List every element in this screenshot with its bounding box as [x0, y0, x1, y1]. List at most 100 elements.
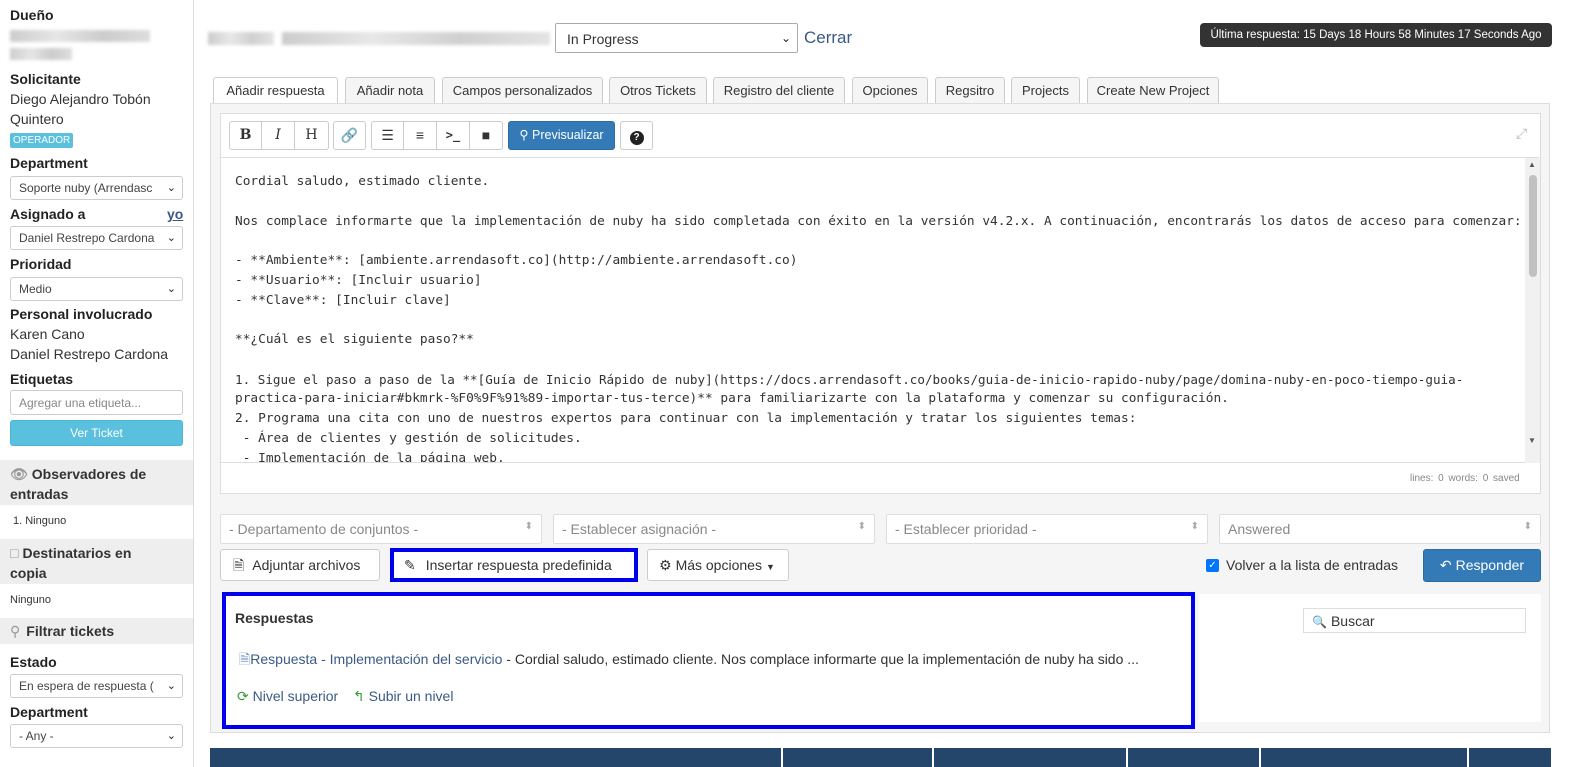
priority-select[interactable]: Medio ⌄ — [10, 277, 183, 301]
department-select[interactable]: Soporte nuby (Arrendasc ⌄ — [10, 176, 183, 200]
department-set-value: - Departamento de conjuntos - — [229, 521, 419, 537]
quote-button[interactable]: ■ — [469, 121, 503, 150]
assignment-set-value: - Establecer asignación - — [562, 521, 717, 537]
editor-statusbar: lines: 0 words: 0 saved — [1410, 473, 1520, 484]
response-item-preview: - Cordial saludo, estimado cliente. Nos … — [502, 651, 1139, 667]
state-select[interactable]: En espera de respuesta (⌄ — [10, 674, 183, 698]
table-header-cell — [1261, 748, 1467, 767]
editor-line: - Área de clientes y gestión de solicitu… — [235, 431, 582, 446]
editor-line: practica-para-iniciar#bkmrk-%F0%9F%91%89… — [235, 391, 1229, 406]
close-ticket-link[interactable]: Cerrar — [804, 28, 852, 48]
ticket-subject-blurred — [282, 32, 550, 45]
tab-log[interactable]: Regsitro — [935, 77, 1005, 103]
editor-line: - **Ambiente**: [ambiente.arrendasoft.co… — [235, 253, 798, 268]
owner-label: Dueño — [10, 7, 54, 23]
assign-to-me-link[interactable]: yo — [167, 206, 183, 222]
scroll-down-icon[interactable]: ▼ — [1528, 436, 1536, 445]
assigned-select[interactable]: Daniel Restrepo Cardona ⌄ — [10, 226, 183, 250]
response-item-link[interactable]: Respuesta - Implementación del servicio — [250, 651, 502, 667]
owner-name-blurred — [10, 30, 150, 42]
tab-client-log[interactable]: Registro del cliente — [713, 77, 845, 103]
heading-button[interactable]: H — [294, 121, 329, 150]
search-icon: ⚲ — [519, 128, 533, 142]
top-level-link[interactable]: ⟳ Nivel superior — [237, 688, 338, 705]
editor-scroll-thumb[interactable] — [1529, 175, 1537, 277]
fullscreen-icon[interactable]: ⤢ — [1516, 125, 1527, 142]
tab-projects[interactable]: Projects — [1011, 77, 1080, 103]
priority-select-value: Medio — [19, 282, 52, 296]
unordered-list-button[interactable]: ☰ — [371, 121, 404, 150]
view-ticket-button[interactable]: Ver Ticket — [10, 420, 183, 446]
involved-label: Personal involucrado — [10, 306, 153, 322]
editor-line: Nos complace informarte que la implement… — [235, 214, 1522, 229]
watchers-title: Observadores de — [31, 466, 147, 482]
table-header-cell — [1128, 748, 1259, 767]
reply-textarea[interactable]: Cordial saludo, estimado cliente. Nos co… — [221, 157, 1539, 463]
involved-person: Daniel Restrepo Cardona — [10, 346, 168, 362]
status-set-value: Answered — [1228, 521, 1291, 537]
tab-create-project[interactable]: Create New Project — [1087, 77, 1219, 103]
link-button[interactable]: 🔗 — [333, 121, 366, 150]
priority-label: Prioridad — [10, 256, 72, 272]
bold-button[interactable]: B — [229, 121, 262, 150]
filter-department-select[interactable]: - Any - ⌄ — [10, 724, 183, 748]
back-to-list-checkbox[interactable]: ✓ — [1206, 559, 1219, 572]
italic-button[interactable]: I — [261, 121, 295, 150]
owner-name-blurred-2 — [10, 48, 72, 60]
filter-department-label: Department — [10, 704, 88, 720]
responses-search-input[interactable]: 🔍 Buscar — [1303, 608, 1526, 633]
ticket-status-value: In Progress — [567, 31, 639, 47]
last-reply-badge: Última respuesta: 15 Days 18 Hours 58 Mi… — [1200, 23, 1552, 47]
chevron-down-icon: ⌄ — [166, 680, 176, 692]
attach-files-button[interactable]: 🗎 Adjuntar archivos — [220, 549, 380, 581]
editor-line: **¿Cuál es el siguiente paso?** — [235, 332, 474, 347]
tags-label: Etiquetas — [10, 371, 74, 387]
watchers-section[interactable]: 👁 Observadores de entradas — [0, 460, 193, 505]
responses-title: Respuestas — [235, 610, 314, 626]
editor-line: 2. Programa una cita con uno de nuestros… — [235, 411, 1137, 426]
requester-name[interactable]: Diego Alejandro Tobón — [10, 91, 151, 107]
table-header-cell — [783, 748, 932, 767]
editor-line: - **Usuario**: [Incluir usuario] — [235, 273, 482, 288]
department-label: Department — [10, 155, 88, 171]
priority-set-select[interactable]: - Establecer prioridad - ⬍ — [886, 514, 1208, 544]
sidebar: Dueño Solicitante Diego Alejandro Tobón … — [0, 0, 194, 767]
tab-add-reply[interactable]: Añadir respuesta — [213, 77, 338, 105]
response-item[interactable]: 🗎Respuesta - Implementación del servicio… — [239, 649, 1139, 673]
ticket-id-blurred — [208, 32, 274, 45]
more-options-label: Más opciones — [675, 557, 762, 573]
filter-department-value: - Any - — [19, 729, 54, 743]
tab-options[interactable]: Opciones — [852, 77, 928, 103]
back-to-list-label[interactable]: Volver a la lista de entradas — [1226, 557, 1398, 573]
sort-icon: ⬍ — [524, 521, 533, 532]
tab-add-note[interactable]: Añadir nota — [345, 77, 435, 103]
tags-input[interactable]: Agregar una etiqueta... — [10, 390, 183, 415]
help-button[interactable]: ? — [620, 121, 653, 150]
assigned-label: Asignado a — [10, 206, 86, 222]
department-set-select[interactable]: - Departamento de conjuntos - ⬍ — [220, 514, 542, 544]
ticket-status-select[interactable]: In Progress ⌄ — [555, 23, 798, 53]
up-level-link[interactable]: ↰ Subir un nivel — [353, 688, 453, 705]
filter-section[interactable]: ⚲ Filtrar tickets — [0, 618, 193, 644]
assignment-set-select[interactable]: - Establecer asignación - ⬍ — [553, 514, 875, 544]
status-set-select[interactable]: Answered ⬍ — [1219, 514, 1541, 544]
preview-button[interactable]: ⚲ Previsualizar — [508, 121, 615, 150]
preview-label: Previsualizar — [532, 128, 604, 142]
operator-badge: OPERADOR — [10, 133, 74, 148]
tab-custom-fields[interactable]: Campos personalizados — [442, 77, 603, 103]
table-header-cell — [1469, 748, 1551, 767]
cc-section[interactable]: □ Destinatarios en copia — [0, 539, 193, 584]
involved-person: Karen Cano — [10, 326, 85, 342]
gear-icon: ⚙ — [659, 557, 672, 573]
requester-name-2[interactable]: Quintero — [10, 111, 64, 127]
terminal-icon: >_ — [445, 128, 461, 142]
ordered-list-button[interactable]: ≡ — [403, 121, 437, 150]
caret-down-icon: ▼ — [765, 562, 775, 572]
tab-other-tickets[interactable]: Otros Tickets — [609, 77, 707, 103]
insert-predefined-reply-button[interactable]: ✎ Insertar respuesta predefinida — [390, 548, 638, 582]
editor-line: - Implementación de la página web. — [235, 451, 505, 463]
code-button[interactable]: >_ — [436, 121, 470, 150]
scroll-up-icon[interactable]: ▲ — [1528, 160, 1536, 169]
reply-button[interactable]: ↶ Responder — [1423, 549, 1541, 582]
more-options-button[interactable]: ⚙ Más opciones ▼ — [647, 549, 789, 581]
